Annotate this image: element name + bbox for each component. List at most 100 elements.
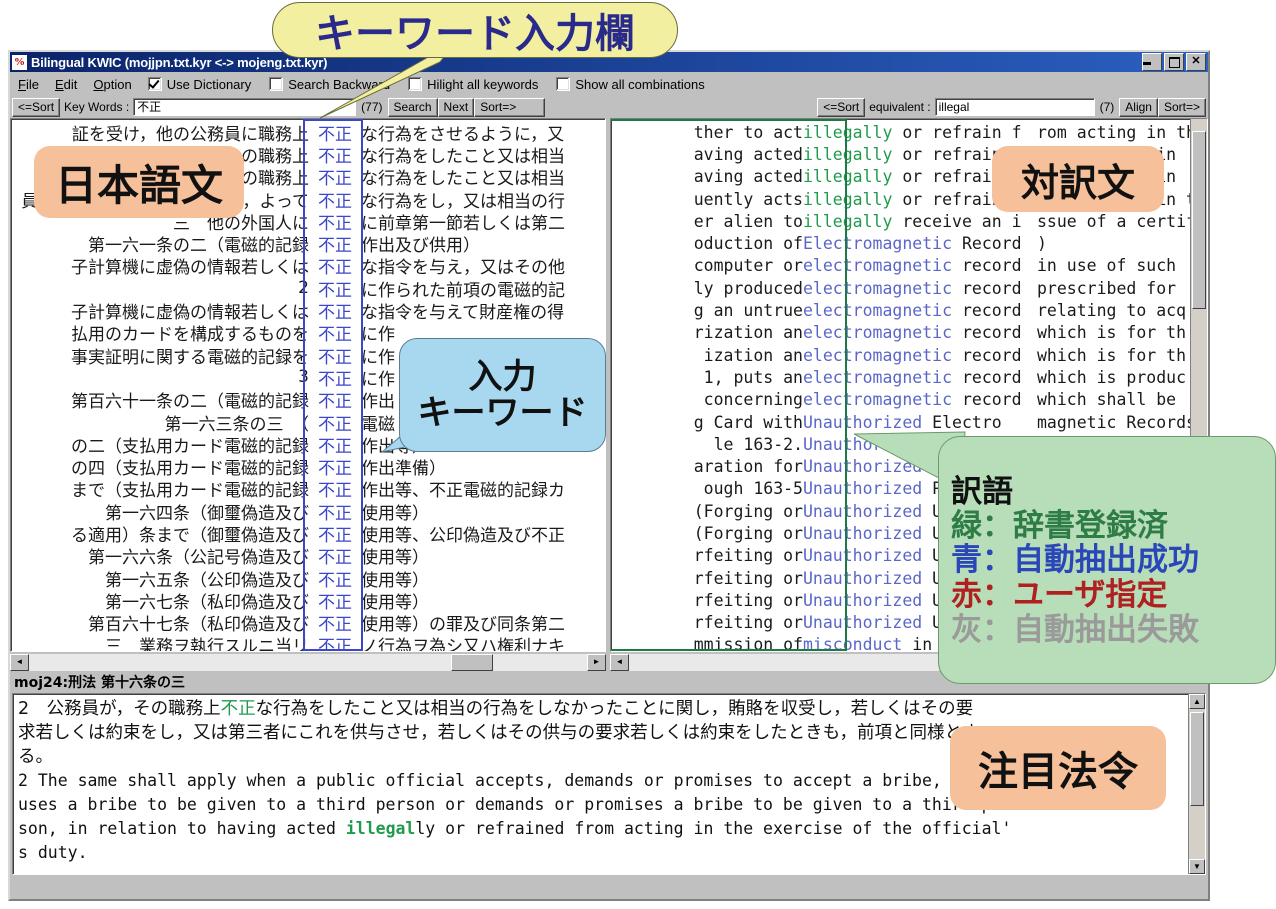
- jp-scroll-right-icon[interactable]: ►: [587, 654, 606, 671]
- en-left-context: ther to act: [613, 123, 803, 142]
- english-kwic-row[interactable]: ization anelectromagnetic record which i…: [613, 344, 1207, 366]
- en-right-context: relating to acq: [1031, 301, 1207, 320]
- en-keyword: illegally or refrain f: [803, 123, 1031, 142]
- japanese-hscrollbar[interactable]: ◄ ►: [10, 654, 606, 671]
- en-right-context: which is produc: [1031, 368, 1207, 387]
- japanese-kwic-row[interactable]: 証を受け，他の公務員に職務上不正な行為をさせるように，又: [13, 121, 605, 143]
- minimize-button[interactable]: [1142, 53, 1162, 71]
- en-keyword: electromagnetic record: [803, 368, 1031, 387]
- detail-scroll-down-icon[interactable]: ▼: [1189, 859, 1205, 874]
- en-scroll-left-icon[interactable]: ◄: [610, 654, 629, 671]
- en-left-context: computer or: [613, 256, 803, 275]
- checkbox-show-all-combinations-box[interactable]: [556, 77, 570, 91]
- en-keyword-tail: record: [952, 368, 1022, 387]
- japanese-kwic-row[interactable]: 第一六四条（御璽偽造及び不正使用等）: [13, 500, 605, 522]
- sort-left-button[interactable]: <=Sort: [12, 98, 60, 117]
- window-controls: ✕: [1142, 53, 1206, 71]
- en-keyword: electromagnetic record: [803, 346, 1031, 365]
- jp-left-context: 第一六三条の三 （: [13, 411, 309, 433]
- japanese-kwic-row[interactable]: る適用）条まで（御璽偽造及び不正使用等、公印偽造及び不正: [13, 522, 605, 544]
- jp-right-context: な行為をしたこと又は相当: [361, 143, 605, 165]
- japanese-kwic-row[interactable]: 第百六十七条（私印偽造及び不正使用等）の罪及び同条第二: [13, 612, 605, 634]
- jp-right-context: 使用等）: [361, 500, 605, 522]
- jp-left-context: 第一六六条（公記号偽造及び: [13, 545, 309, 567]
- maximize-button[interactable]: [1164, 53, 1184, 71]
- align-button[interactable]: Align: [1119, 98, 1158, 117]
- menu-edit[interactable]: Edit: [55, 77, 77, 92]
- english-kwic-row[interactable]: rization anelectromagnetic record which …: [613, 322, 1207, 344]
- search-toolbar: <=Sort Key Words : 不正 (77) Search Next S…: [10, 96, 1208, 118]
- jp-left-context: 第一六一条の二（電磁的記録: [13, 232, 309, 254]
- english-kwic-row[interactable]: concerningelectromagnetic record which s…: [613, 389, 1207, 411]
- en-keyword-highlight: Unauthorized: [803, 502, 922, 521]
- menu-option[interactable]: Option: [93, 77, 131, 92]
- legend-grey: 灰：自動抽出失敗: [951, 613, 1199, 648]
- jp-keyword: 不正: [309, 188, 361, 210]
- jp-scroll-thumb[interactable]: [451, 654, 493, 671]
- jp-left-context: 子計算機に虚偽の情報若しくは: [13, 299, 309, 321]
- japanese-kwic-row[interactable]: 2不正に作られた前項の電磁的記: [13, 277, 605, 299]
- jp-keyword: 不正: [309, 589, 361, 611]
- english-kwic-row[interactable]: ly producedelectromagnetic record prescr…: [613, 277, 1207, 299]
- detail-text: s duty.: [18, 843, 88, 862]
- jp-keyword: 不正: [309, 166, 361, 188]
- english-kwic-row[interactable]: oduction ofElectromagnetic Record): [613, 232, 1207, 254]
- equivalent-sort-left-button[interactable]: <=Sort: [817, 98, 865, 117]
- en-left-context: rfeiting or: [613, 591, 803, 610]
- detail-vscroll-thumb[interactable]: [1190, 712, 1204, 806]
- en-keyword-tail: record: [952, 390, 1022, 409]
- detail-vertical-scrollbar[interactable]: ▲ ▼: [1188, 694, 1205, 874]
- checkbox-use-dictionary-box[interactable]: [148, 77, 162, 91]
- jp-left-context: 払用のカードを構成するものを: [13, 322, 309, 344]
- japanese-kwic-row[interactable]: まで（支払用カード電磁的記録不正作出等、不正電磁的記録カ: [13, 478, 605, 500]
- en-keyword-tail: record: [952, 301, 1022, 320]
- english-vscroll-thumb[interactable]: [1192, 131, 1206, 309]
- menu-file[interactable]: File: [18, 77, 39, 92]
- sort-right-button[interactable]: Sort=>: [474, 98, 545, 117]
- en-left-context: er alien to: [613, 212, 803, 231]
- en-left-context: ly produced: [613, 279, 803, 298]
- close-icon[interactable]: ✕: [1186, 53, 1206, 71]
- english-kwic-row[interactable]: g an untrueelectromagnetic record relati…: [613, 299, 1207, 321]
- en-keyword: electromagnetic record: [803, 323, 1031, 342]
- en-left-context: aving acted: [613, 145, 803, 164]
- jp-right-context: 使用等）: [361, 567, 605, 589]
- jp-scroll-left-icon[interactable]: ◄: [10, 654, 29, 671]
- jp-keyword: 不正: [309, 389, 361, 411]
- equivalent-sort-right-button[interactable]: Sort=>: [1158, 98, 1206, 117]
- jp-scroll-track[interactable]: [29, 654, 587, 671]
- en-right-context: magnetic Records: [1031, 413, 1207, 432]
- english-kwic-row[interactable]: computer orelectromagnetic record in use…: [613, 255, 1207, 277]
- jp-left-context: 第百六十一条の二（電磁的記録: [13, 389, 309, 411]
- english-kwic-row[interactable]: 1, puts anelectromagnetic record which i…: [613, 366, 1207, 388]
- japanese-kwic-row[interactable]: の四（支払用カード電磁的記録不正作出準備）: [13, 455, 605, 477]
- japanese-kwic-row[interactable]: 子計算機に虚偽の情報若しくは不正な指令を与えて財産権の得: [13, 299, 605, 321]
- jp-right-context: に前章第一節若しくは第二: [361, 210, 605, 232]
- equivalent-input[interactable]: illegal: [935, 98, 1095, 116]
- legend-red: 赤：ユーザ指定: [951, 578, 1167, 613]
- en-left-context: rization an: [613, 323, 803, 342]
- japanese-kwic-row[interactable]: 第一六一条の二（電磁的記録不正作出及び供用）: [13, 232, 605, 254]
- japanese-kwic-row[interactable]: 第一六六条（公記号偽造及び不正使用等）: [13, 545, 605, 567]
- checkbox-show-all-combinations[interactable]: Show all combinations: [556, 77, 704, 92]
- jp-left-context: 第一六七条（私印偽造及び: [13, 589, 309, 611]
- jp-right-context: 使用等）: [361, 589, 605, 611]
- en-right-context: which is for th: [1031, 346, 1207, 365]
- en-keyword-tail: receive an i: [892, 212, 1021, 231]
- jp-keyword: 不正: [309, 433, 361, 455]
- detail-text: 2 公務員が，その職務上: [18, 699, 221, 719]
- japanese-kwic-row[interactable]: 第一六七条（私印偽造及び不正使用等）: [13, 589, 605, 611]
- english-kwic-row[interactable]: er alien toillegally receive an issue of…: [613, 210, 1207, 232]
- callout-input-keyword-line1: 入力: [469, 359, 537, 395]
- english-kwic-row[interactable]: ther to actillegally or refrain from act…: [613, 121, 1207, 143]
- en-keyword-highlight: electromagnetic: [803, 279, 952, 298]
- equivalent-count: (7): [1095, 100, 1120, 114]
- checkbox-use-dictionary[interactable]: Use Dictionary: [148, 77, 252, 92]
- en-keyword-highlight: illegally: [803, 190, 892, 209]
- japanese-kwic-row[interactable]: 三 業務ヲ執行スルニ当リ不正ノ行為ヲ為シ又ハ権利ナキ: [13, 634, 605, 652]
- en-keyword-highlight: illegally: [803, 212, 892, 231]
- japanese-kwic-row[interactable]: 第一六五条（公印偽造及び不正使用等）: [13, 567, 605, 589]
- detail-keyword-highlight: illegal: [346, 819, 416, 838]
- japanese-kwic-row[interactable]: 子計算機に虚偽の情報若しくは不正な指令を与え，又はその他: [13, 255, 605, 277]
- detail-scroll-up-icon[interactable]: ▲: [1189, 694, 1205, 709]
